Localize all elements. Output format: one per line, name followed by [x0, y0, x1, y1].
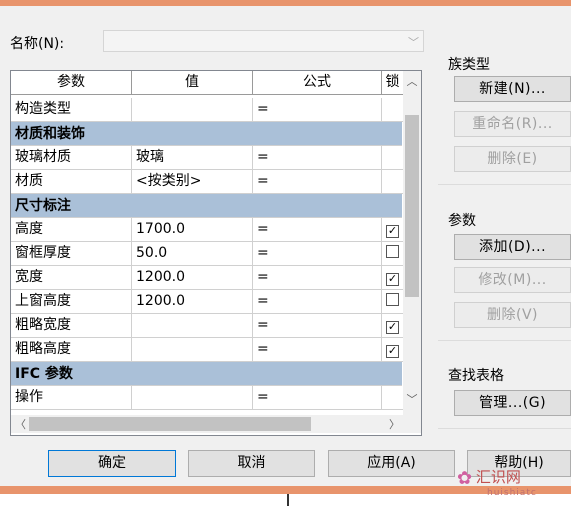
delete-parameter-button[interactable]: 删除(V) — [454, 302, 571, 328]
parameter-formula-cell[interactable]: = — [253, 218, 382, 242]
vertical-scroll-thumb[interactable] — [405, 115, 419, 297]
parameter-row: 构造类型 = — [11, 98, 404, 122]
lock-checkbox[interactable] — [386, 245, 399, 258]
lock-checkbox[interactable] — [386, 293, 399, 306]
parameter-name-cell: 粗略宽度 — [11, 314, 132, 338]
lock-cell — [382, 146, 404, 170]
parameter-grid: 参数值公式锁构造类型 = 材质和装饰 玻璃材质 玻璃 = 材质 <按类别> = 尺寸标注 高度 170… — [10, 70, 422, 436]
modify-parameter-button[interactable]: 修改(M)... — [454, 267, 571, 293]
parameter-formula-cell[interactable]: = — [253, 386, 382, 410]
parameter-value-cell[interactable]: <按类别> — [132, 170, 253, 194]
family-types-title: 族类型 — [448, 57, 490, 73]
lock-cell — [382, 386, 404, 410]
parameter-formula-cell[interactable]: = — [253, 146, 382, 170]
parameter-formula-cell[interactable]: = — [253, 338, 382, 362]
parameter-formula-cell[interactable]: = — [253, 290, 382, 314]
parameter-formula-cell[interactable]: = — [253, 266, 382, 290]
vertical-scrollbar[interactable]: ︿ ﹀ — [403, 71, 421, 415]
parameter-value-cell[interactable]: 1200.0 — [132, 290, 253, 314]
parameter-row: 高度 1700.0 = ✓ — [11, 218, 404, 242]
params-title: 参数 — [448, 213, 476, 229]
lock-cell — [382, 170, 404, 194]
scroll-down-icon[interactable]: ﹀ — [403, 391, 421, 407]
parameter-value-cell[interactable] — [132, 386, 253, 410]
scroll-up-icon[interactable]: ︿ — [403, 73, 421, 89]
watermark-domain: huishiatc — [487, 488, 537, 498]
parameter-name-cell: 高度 — [11, 218, 132, 242]
scroll-right-icon[interactable]: 〉 — [389, 416, 400, 432]
cursor-mark — [287, 494, 289, 506]
lock-cell — [382, 290, 404, 314]
parameter-formula-cell[interactable]: = — [253, 314, 382, 338]
new-type-button[interactable]: 新建(N)... — [454, 76, 571, 102]
lock-checkbox[interactable]: ✓ — [386, 225, 399, 238]
rename-type-button[interactable]: 重命名(R)... — [454, 111, 571, 137]
parameter-value-cell[interactable]: 1700.0 — [132, 218, 253, 242]
parameter-name-cell: 玻璃材质 — [11, 146, 132, 170]
divider — [438, 184, 571, 185]
group-header[interactable]: 材质和装饰 — [11, 122, 402, 146]
horizontal-scrollbar[interactable]: 〈 〉 — [11, 415, 403, 433]
apply-button[interactable]: 应用(A) — [328, 450, 455, 477]
chevron-down-icon: ﹀ — [408, 36, 419, 49]
lock-checkbox[interactable]: ✓ — [386, 273, 399, 286]
parameter-name-cell: 构造类型 — [11, 98, 132, 122]
parameter-formula-cell[interactable]: = — [253, 170, 382, 194]
parameter-value-cell[interactable] — [132, 98, 253, 122]
delete-type-button[interactable]: 删除(E) — [454, 146, 571, 172]
watermark-logo: ✿ 汇识网 huishiatc — [457, 470, 537, 500]
cancel-button[interactable]: 取消 — [188, 450, 315, 477]
lock-cell — [382, 242, 404, 266]
group-header[interactable]: 尺寸标注 — [11, 194, 402, 218]
lock-cell — [382, 98, 404, 122]
parameter-row: 粗略高度 = ✓ — [11, 338, 404, 362]
value-column-header[interactable]: 值 — [132, 71, 253, 95]
name-label: 名称(N): — [10, 36, 65, 52]
parameter-formula-cell[interactable]: = — [253, 98, 382, 122]
parameter-row: 材质 <按类别> = — [11, 170, 404, 194]
group-header[interactable]: IFC 参数 — [11, 362, 402, 386]
lock-cell: ✓ — [382, 218, 404, 242]
parameter-row: 上窗高度 1200.0 = — [11, 290, 404, 314]
parameter-row: 粗略宽度 = ✓ — [11, 314, 404, 338]
lock-cell: ✓ — [382, 338, 404, 362]
param-column-header[interactable]: 参数 — [11, 71, 132, 95]
lock-cell: ✓ — [382, 314, 404, 338]
parameter-name-cell: 宽度 — [11, 266, 132, 290]
parameter-row: 玻璃材质 玻璃 = — [11, 146, 404, 170]
parameter-row: 窗框厚度 50.0 = — [11, 242, 404, 266]
divider — [438, 428, 571, 429]
parameter-row: 操作 = — [11, 386, 404, 410]
scroll-left-icon[interactable]: 〈 — [15, 416, 26, 432]
watermark-name: 汇识网 — [475, 468, 521, 486]
type-properties-dialog: 名称(N): ﹀ 参数值公式锁构造类型 = 材质和装饰 玻璃材质 玻璃 = 材质 <按类别> =… — [0, 6, 571, 486]
parameter-name-cell: 窗框厚度 — [11, 242, 132, 266]
parameter-value-cell[interactable]: 玻璃 — [132, 146, 253, 170]
divider — [438, 340, 571, 341]
name-combobox[interactable]: ﹀ — [103, 30, 424, 52]
grid-header-row: 参数值公式锁 — [11, 71, 404, 95]
parameter-value-cell[interactable] — [132, 338, 253, 362]
flower-icon: ✿ — [457, 468, 473, 489]
formula-column-header[interactable]: 公式 — [253, 71, 382, 95]
parameter-value-cell[interactable]: 50.0 — [132, 242, 253, 266]
parameter-name-cell: 操作 — [11, 386, 132, 410]
parameter-value-cell[interactable]: 1200.0 — [132, 266, 253, 290]
parameter-formula-cell[interactable]: = — [253, 242, 382, 266]
lock-checkbox[interactable]: ✓ — [386, 321, 399, 334]
scrollbar-corner — [403, 415, 421, 433]
horizontal-scroll-thumb[interactable] — [29, 417, 311, 431]
lock-cell: ✓ — [382, 266, 404, 290]
ok-button[interactable]: 确定 — [48, 450, 176, 477]
parameter-name-cell: 材质 — [11, 170, 132, 194]
parameter-name-cell: 上窗高度 — [11, 290, 132, 314]
parameter-row: 宽度 1200.0 = ✓ — [11, 266, 404, 290]
parameter-value-cell[interactable] — [132, 314, 253, 338]
add-parameter-button[interactable]: 添加(D)... — [454, 234, 571, 260]
lock-checkbox[interactable]: ✓ — [386, 345, 399, 358]
lookup-tables-title: 查找表格 — [448, 368, 504, 384]
manage-lookup-button[interactable]: 管理...(G) — [454, 390, 571, 416]
parameter-name-cell: 粗略高度 — [11, 338, 132, 362]
lock-column-header[interactable]: 锁 — [382, 71, 404, 95]
